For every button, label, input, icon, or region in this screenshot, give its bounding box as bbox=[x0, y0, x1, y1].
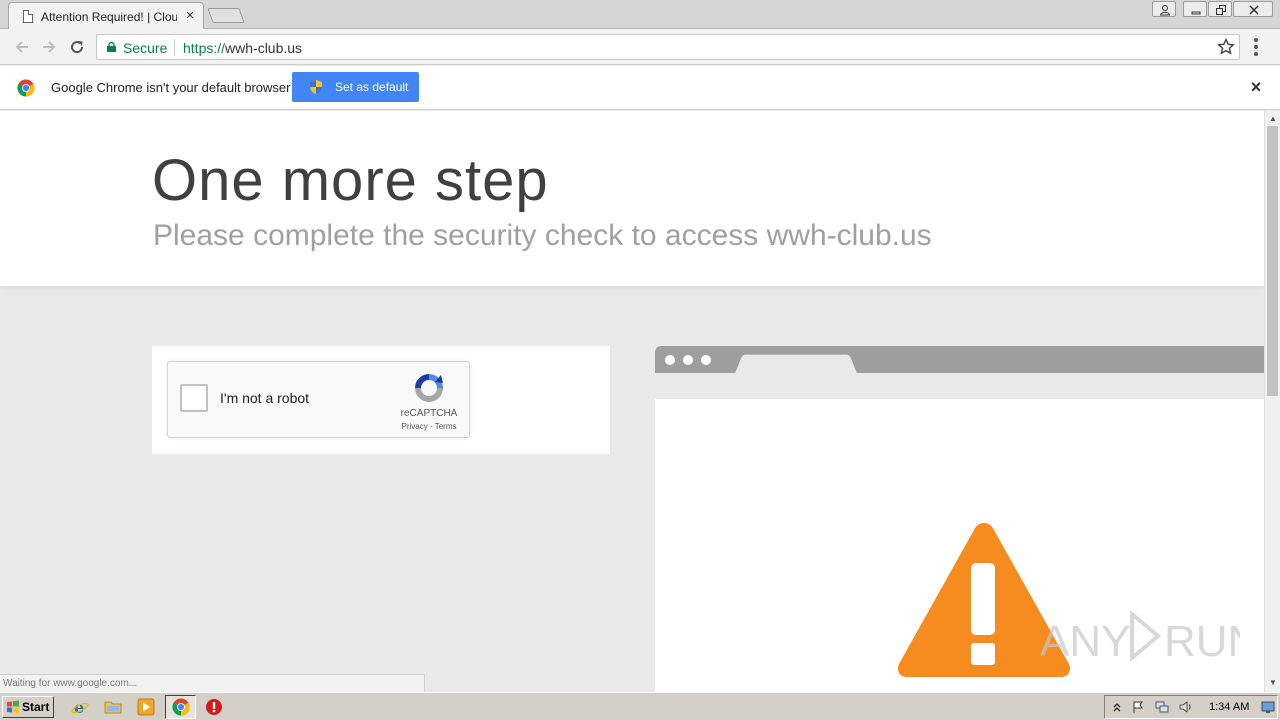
windows-flag-icon bbox=[7, 700, 19, 714]
minimize-button[interactable] bbox=[1183, 1, 1207, 17]
page-title: One more step bbox=[152, 148, 549, 213]
restore-button[interactable] bbox=[1208, 1, 1232, 17]
network-icon[interactable] bbox=[1155, 700, 1169, 714]
page-viewport: One more step Please complete the securi… bbox=[0, 111, 1264, 692]
default-browser-infobar: Google Chrome isn't your default browser… bbox=[0, 66, 1280, 110]
media-player-icon[interactable] bbox=[137, 698, 155, 716]
header-section: One more step Please complete the securi… bbox=[0, 111, 1264, 286]
action-center-flag-icon[interactable] bbox=[1131, 700, 1145, 714]
lock-icon bbox=[107, 42, 116, 52]
infobar-close-icon[interactable]: × bbox=[1247, 78, 1265, 96]
new-tab-button[interactable] bbox=[207, 8, 245, 23]
set-as-default-label: Set as default bbox=[335, 80, 409, 94]
show-desktop-icon[interactable] bbox=[1261, 700, 1275, 714]
url-scheme: https:// bbox=[183, 40, 226, 56]
scroll-up-icon[interactable]: ▲ bbox=[1268, 114, 1278, 124]
vertical-scrollbar[interactable]: ▲ ▼ bbox=[1264, 111, 1280, 692]
chrome-logo-icon bbox=[17, 79, 35, 97]
forward-arrow-icon[interactable] bbox=[39, 37, 59, 57]
file-explorer-icon[interactable] bbox=[104, 698, 122, 716]
start-button[interactable]: Start bbox=[2, 696, 54, 718]
volume-icon[interactable] bbox=[1179, 700, 1193, 714]
minimize-icon bbox=[1191, 11, 1201, 15]
recaptcha-widget: I'm not a robot reCAPTCHA Privacy - Term… bbox=[167, 361, 470, 438]
back-arrow-icon[interactable] bbox=[12, 37, 32, 57]
uac-shield-icon bbox=[310, 80, 322, 94]
profile-button[interactable] bbox=[1152, 1, 1176, 17]
illustration-browser-frame bbox=[655, 346, 1264, 374]
set-as-default-button[interactable]: Set as default bbox=[292, 72, 419, 102]
scroll-down-icon[interactable]: ▼ bbox=[1268, 678, 1278, 688]
url-text[interactable]: https://wwh-club.us bbox=[183, 40, 302, 56]
start-label: Start bbox=[22, 700, 50, 714]
illustration-dot bbox=[701, 355, 711, 365]
infobar-message: Google Chrome isn't your default browser bbox=[51, 80, 291, 95]
browser-toolbar: Secure https://wwh-club.us bbox=[0, 29, 1280, 65]
anyrun-watermark-logo: ANY RUN bbox=[1040, 609, 1240, 666]
restore-icon bbox=[1216, 5, 1226, 15]
not-a-robot-checkbox[interactable] bbox=[180, 384, 208, 412]
tab-close-icon[interactable]: × bbox=[183, 7, 197, 25]
captcha-panel: I'm not a robot reCAPTCHA Privacy - Term… bbox=[152, 346, 610, 454]
url-host: wwh-club.us bbox=[225, 40, 303, 56]
watermark-text-right: RUN bbox=[1164, 617, 1240, 666]
recaptcha-brand: reCAPTCHA bbox=[400, 408, 458, 419]
recaptcha-logo-icon bbox=[415, 374, 443, 402]
windows-taskbar: Start e 1:34 AM bbox=[0, 692, 1280, 720]
address-bar[interactable]: Secure https://wwh-club.us bbox=[96, 34, 1240, 60]
recaptcha-privacy-terms-link[interactable]: Privacy - Terms bbox=[388, 422, 470, 431]
stop-sign-icon[interactable] bbox=[205, 698, 223, 716]
page-subtitle: Please complete the security check to ac… bbox=[153, 219, 932, 252]
watermark-text-left: ANY bbox=[1040, 617, 1130, 666]
title-bar: Attention Required! | Cloudf × bbox=[0, 0, 1280, 30]
browser-menu-icon[interactable] bbox=[1254, 38, 1258, 56]
illustration-dot bbox=[665, 355, 675, 365]
internet-explorer-icon[interactable]: e bbox=[71, 698, 89, 716]
divider bbox=[174, 39, 175, 56]
taskbar-chrome-button[interactable] bbox=[165, 695, 196, 719]
close-icon bbox=[1249, 5, 1259, 15]
bookmark-star-icon[interactable] bbox=[1217, 38, 1235, 56]
status-bubble: Waiting for www.google.com... bbox=[0, 674, 425, 692]
scrollbar-thumb[interactable] bbox=[1267, 126, 1278, 396]
chrome-taskbar-icon bbox=[172, 698, 190, 716]
not-a-robot-label: I'm not a robot bbox=[220, 390, 310, 406]
user-icon bbox=[1159, 5, 1171, 16]
security-label: Secure bbox=[123, 40, 168, 56]
close-window-button[interactable] bbox=[1233, 1, 1273, 17]
taskbar-clock[interactable]: 1:34 AM bbox=[1209, 701, 1249, 713]
page-icon bbox=[23, 10, 33, 23]
browser-tab-active[interactable]: Attention Required! | Cloudf × bbox=[8, 2, 204, 30]
show-hidden-icons-icon[interactable] bbox=[1110, 700, 1124, 714]
illustration-dot bbox=[683, 355, 693, 365]
reload-icon[interactable] bbox=[67, 37, 87, 57]
tab-title: Attention Required! | Cloudf bbox=[41, 10, 177, 24]
illustration-tab bbox=[734, 354, 858, 374]
system-tray: 1:34 AM bbox=[1104, 695, 1278, 719]
